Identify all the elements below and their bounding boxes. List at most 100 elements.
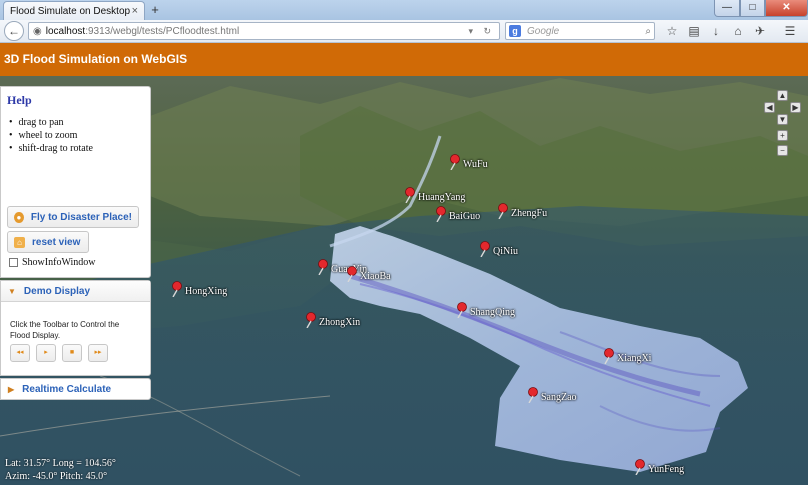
marker-label: WuFu bbox=[463, 159, 488, 170]
zoom-out-icon[interactable]: − bbox=[777, 145, 788, 156]
pin-icon bbox=[635, 459, 645, 475]
marker-label: ZhengFu bbox=[511, 208, 548, 219]
new-tab-button[interactable]: + bbox=[148, 2, 162, 18]
fly-to-disaster-button[interactable]: ● Fly to Disaster Place! bbox=[7, 206, 139, 228]
home-icon: ⌂ bbox=[14, 236, 25, 248]
show-info-window-label: ShowInfoWindow bbox=[22, 257, 96, 268]
back-button[interactable]: ← bbox=[4, 21, 24, 41]
pan-down-icon[interactable]: ▼ bbox=[777, 114, 788, 125]
app-title: 3D Flood Simulation on WebGIS bbox=[4, 52, 188, 66]
demo-description: Click the Toolbar to Control the Flood D… bbox=[10, 320, 120, 340]
map-navigation-control: ▲ ◀ ▶ ▼ + − bbox=[762, 90, 802, 160]
marker-yunfeng[interactable]: YunFeng bbox=[635, 459, 684, 475]
stop-button[interactable]: ■ bbox=[62, 344, 82, 362]
show-info-window-checkbox[interactable] bbox=[9, 258, 18, 267]
pin-icon bbox=[480, 241, 490, 257]
search-icon[interactable]: ⌕ bbox=[645, 26, 651, 37]
browser-toolbar: ☆ ▤ ↓ ⌂ ✈ ☰ bbox=[662, 23, 802, 39]
show-info-window-toggle[interactable]: ShowInfoWindow bbox=[9, 257, 95, 268]
pin-icon bbox=[306, 312, 316, 328]
marker-label: XiaoBa bbox=[360, 271, 391, 282]
help-item: drag to pan bbox=[9, 116, 93, 129]
help-item: shift-drag to rotate bbox=[9, 142, 93, 155]
help-panel: Help drag to pan wheel to zoom shift-dra… bbox=[0, 86, 151, 278]
fast-forward-button[interactable]: ▸▸ bbox=[88, 344, 108, 362]
reading-list-icon[interactable]: ▤ bbox=[684, 23, 704, 39]
url-bar[interactable]: ◉ localhost:9313/webgl/tests/PCfloodtest… bbox=[28, 22, 500, 40]
orientation-readout: Azim: -45.0° Pitch: 45.0° bbox=[5, 471, 108, 482]
marker-baiguo[interactable]: BaiGuo bbox=[436, 206, 480, 222]
menu-icon[interactable]: ☰ bbox=[780, 23, 800, 39]
realtime-calculate-header[interactable]: ▶ Realtime Calculate bbox=[1, 379, 150, 400]
marker-label: XiangXi bbox=[617, 353, 652, 364]
rewind-button[interactable]: ◂◂ bbox=[10, 344, 30, 362]
marker-zhongxin[interactable]: ZhongXin bbox=[306, 312, 360, 328]
pin-icon bbox=[318, 259, 328, 275]
pin-icon bbox=[405, 187, 415, 203]
app-header: 3D Flood Simulation on WebGIS bbox=[0, 43, 808, 76]
pan-left-icon[interactable]: ◀ bbox=[764, 102, 775, 113]
marker-wufu[interactable]: WuFu bbox=[450, 154, 488, 170]
search-input[interactable]: Google bbox=[527, 26, 645, 37]
minimize-button[interactable]: — bbox=[714, 0, 740, 17]
google-icon[interactable]: g bbox=[509, 25, 521, 37]
coordinates-readout: Lat: 31.57° Long = 104.56° bbox=[5, 458, 116, 469]
browser-navbar: ← ◉ localhost:9313/webgl/tests/PCfloodte… bbox=[0, 20, 808, 43]
maximize-button[interactable]: □ bbox=[740, 0, 765, 17]
pan-right-icon[interactable]: ▶ bbox=[790, 102, 801, 113]
play-button[interactable]: ▸ bbox=[36, 344, 56, 362]
pan-up-icon[interactable]: ▲ bbox=[777, 90, 788, 101]
window-titlebar: Flood Simulate on Desktop × + — □ ✕ bbox=[0, 0, 808, 20]
demo-display-title: Demo Display bbox=[23, 285, 91, 297]
web-page: 3D Flood Simulation on WebGIS WuFu Huang… bbox=[0, 43, 808, 485]
realtime-calculate-title: Realtime Calculate bbox=[22, 384, 112, 395]
marker-xiaoba[interactable]: XiaoBa bbox=[347, 266, 391, 282]
marker-label: YunFeng bbox=[648, 464, 685, 475]
pin-icon bbox=[172, 281, 182, 297]
pin-icon bbox=[436, 206, 446, 222]
marker-huangyang[interactable]: HuangYang bbox=[405, 187, 465, 203]
marker-label: HongXing bbox=[185, 286, 228, 297]
pin-icon bbox=[498, 203, 508, 219]
pin-icon bbox=[604, 348, 614, 364]
marker-zhengfu[interactable]: ZhengFu bbox=[498, 203, 547, 219]
demo-display-section: ▼ Demo Display Click the Toolbar to Cont… bbox=[0, 280, 151, 376]
share-icon[interactable]: ✈ bbox=[750, 23, 770, 39]
marker-qiniu[interactable]: QiNiu bbox=[480, 241, 518, 257]
pin-icon bbox=[450, 154, 460, 170]
caret-down-icon: ▼ bbox=[8, 286, 16, 296]
help-list: drag to pan wheel to zoom shift-drag to … bbox=[9, 116, 93, 155]
reload-icon[interactable]: ▾ ↻ bbox=[468, 26, 495, 37]
marker-hongxing[interactable]: HongXing bbox=[172, 281, 227, 297]
reset-view-button[interactable]: ⌂ reset view bbox=[7, 231, 89, 253]
demo-display-header[interactable]: ▼ Demo Display bbox=[1, 281, 150, 302]
downloads-icon[interactable]: ↓ bbox=[706, 23, 726, 39]
help-item: wheel to zoom bbox=[9, 129, 93, 142]
globe-icon: ◉ bbox=[33, 25, 42, 37]
marker-sangzao[interactable]: SangZao bbox=[528, 387, 577, 403]
playback-toolbar: ◂◂ ▸ ■ ▸▸ bbox=[10, 344, 114, 362]
marker-label: ShangQing bbox=[470, 307, 515, 318]
window-controls: — □ ✕ bbox=[714, 0, 808, 17]
search-bar[interactable]: g Google ⌕ bbox=[505, 22, 655, 40]
marker-label: BaiGuo bbox=[449, 211, 481, 222]
url-host: localhost bbox=[45, 25, 86, 37]
marker-guanyin[interactable]: GuanYin bbox=[318, 259, 367, 275]
url-path: :9313/webgl/tests/PCfloodtest.html bbox=[85, 25, 240, 37]
marker-label: QiNiu bbox=[493, 246, 518, 257]
marker-shangqing[interactable]: ShangQing bbox=[457, 302, 515, 318]
marker-label: HuangYang bbox=[418, 192, 466, 203]
marker-xiangxi[interactable]: XiangXi bbox=[604, 348, 651, 364]
browser-tab[interactable]: Flood Simulate on Desktop × bbox=[3, 1, 145, 20]
tab-title: Flood Simulate on Desktop bbox=[10, 5, 131, 17]
pin-icon bbox=[457, 302, 467, 318]
caret-right-icon: ▶ bbox=[8, 385, 15, 394]
url-text: localhost:9313/webgl/tests/PCfloodtest.h… bbox=[46, 26, 469, 37]
close-window-button[interactable]: ✕ bbox=[765, 0, 808, 17]
fly-button-label: Fly to Disaster Place! bbox=[30, 211, 132, 223]
bookmark-star-icon[interactable]: ☆ bbox=[662, 23, 682, 39]
home-icon[interactable]: ⌂ bbox=[728, 23, 748, 39]
marker-label: SangZao bbox=[541, 392, 577, 403]
zoom-in-icon[interactable]: + bbox=[777, 130, 788, 141]
tab-close-icon[interactable]: × bbox=[132, 5, 138, 17]
